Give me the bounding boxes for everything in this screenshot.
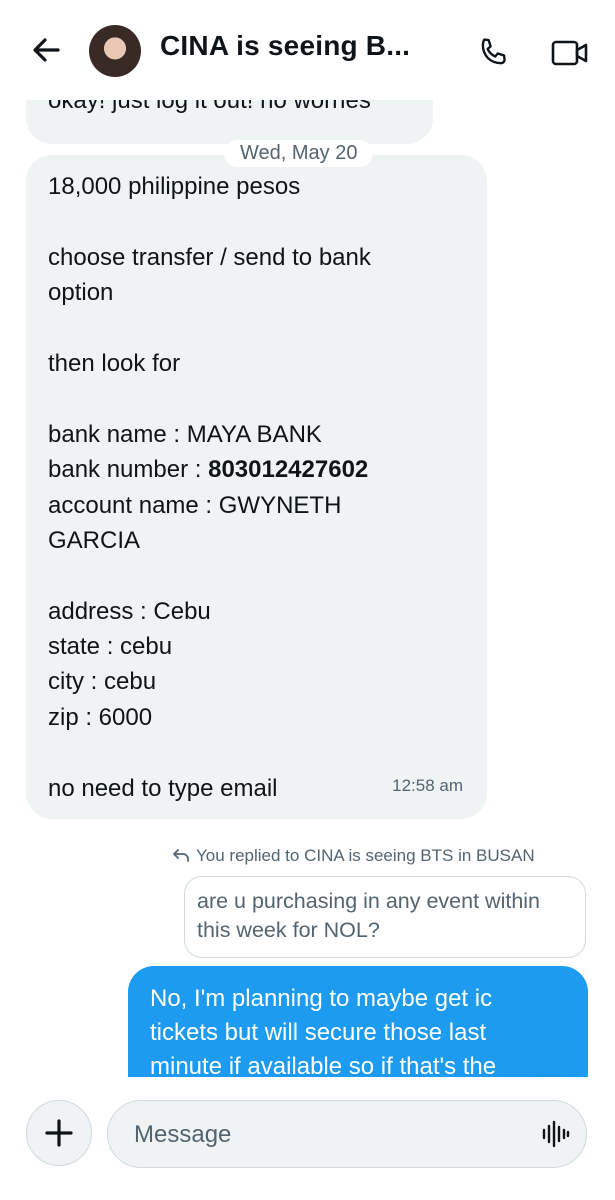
bank-number-label: bank number : [48, 456, 209, 484]
message-bubble-incoming[interactable]: 18,000 philippine pesos choose transfer … [26, 155, 487, 819]
message-line: zip : 6000 [48, 703, 153, 731]
avatar[interactable] [89, 25, 141, 77]
bank-number-value: 803012427602 [208, 456, 369, 484]
message-text: No, I'm planning to maybe get ic tickets… [150, 985, 497, 1077]
message-text: 18,000 philippine pesos choose transfer … [48, 169, 371, 806]
message-line: option [48, 279, 114, 307]
message-line: 18,000 philippine pesos [48, 173, 301, 200]
quoted-message[interactable]: are u purchasing in any event within thi… [184, 876, 586, 958]
message-line [48, 735, 371, 770]
date-separator: Wed, May 20 [224, 140, 374, 167]
message-line: GARCIA [48, 526, 141, 554]
message-line: then look for [48, 349, 181, 377]
message-thread[interactable]: okay! just log it out! no worries 18,000… [0, 100, 615, 1077]
message-bubble-incoming[interactable]: okay! just log it out! no worries [26, 100, 433, 144]
plus-icon [45, 1119, 73, 1147]
message-timestamp: 12:58 am [392, 775, 463, 795]
message-line: city : cebu [48, 668, 157, 696]
message-line: bank name : MAYA BANK [48, 420, 322, 448]
message-line: address : Cebu [48, 597, 211, 625]
add-attachment-button[interactable] [26, 1100, 92, 1166]
message-line [48, 381, 371, 416]
message-bubble-outgoing[interactable]: No, I'm planning to maybe get ic tickets… [128, 966, 588, 1077]
message-input[interactable] [132, 1115, 516, 1155]
message-line: account name : GWYNETH [48, 491, 342, 519]
message-line: no need to type email [48, 774, 278, 802]
conversation-title[interactable]: CINA is seeing B... [160, 30, 410, 62]
message-line [48, 558, 371, 593]
message-line [48, 204, 371, 239]
message-input-box[interactable] [107, 1100, 587, 1168]
conversation-header: CINA is seeing B... [0, 0, 615, 100]
reply-context-text: You replied to CINA is seeing BTS in BUS… [196, 846, 535, 865]
composer-bar [0, 1077, 615, 1200]
message-line: choose transfer / send to bank [48, 243, 371, 271]
video-icon[interactable] [550, 36, 590, 70]
message-text: okay! just log it out! no worries [48, 100, 371, 114]
reply-context: You replied to CINA is seeing BTS in BUS… [172, 846, 535, 866]
message-line-bank-number: bank number : 803012427602 [48, 452, 371, 487]
message-line [48, 311, 371, 346]
reply-arrow-icon [173, 849, 189, 862]
back-arrow-icon[interactable] [28, 32, 64, 68]
phone-icon[interactable] [474, 34, 512, 72]
voice-waveform-icon[interactable] [540, 1119, 570, 1149]
message-line: state : cebu [48, 633, 173, 661]
